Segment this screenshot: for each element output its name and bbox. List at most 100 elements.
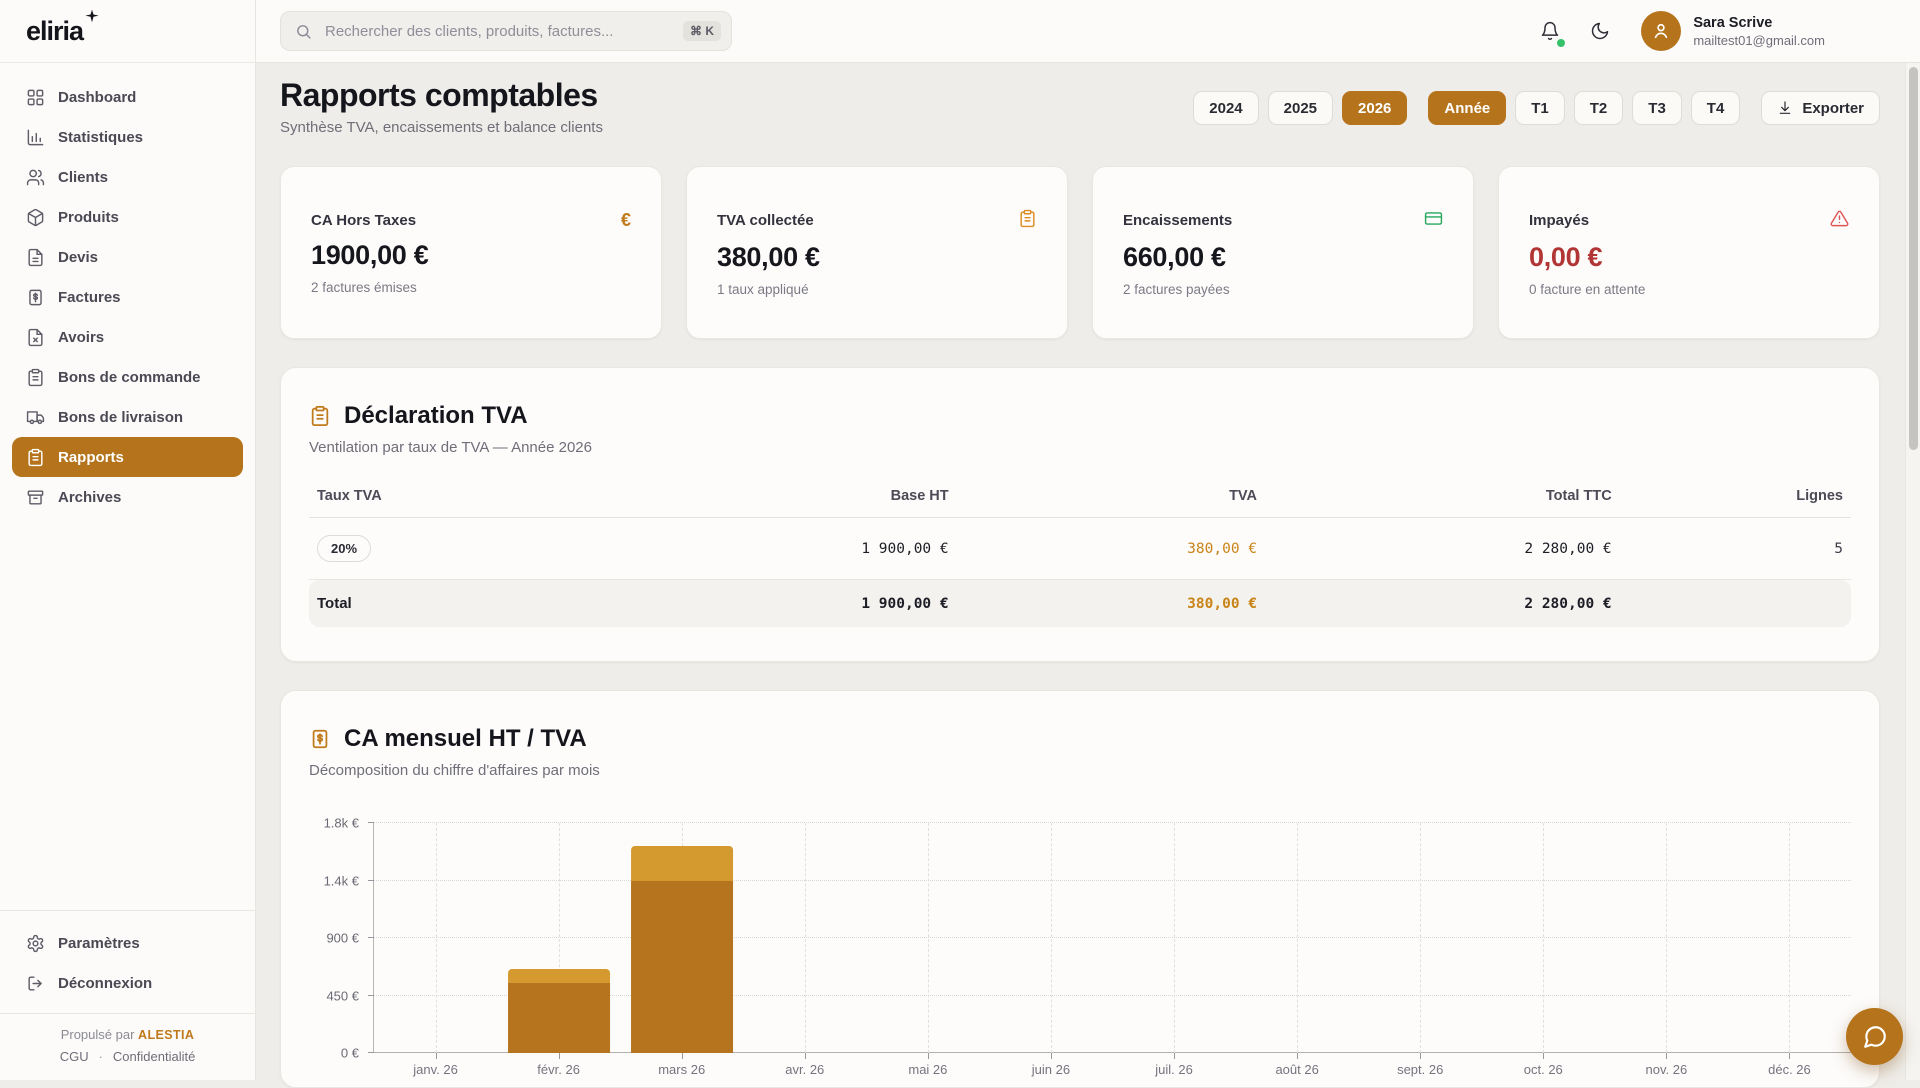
sidebar-item-label: Bons de commande bbox=[58, 369, 201, 386]
footer-link-separator: · bbox=[99, 1049, 103, 1064]
y-axis-tick bbox=[368, 880, 374, 881]
user-menu[interactable]: Sara Scrive mailtest01@gmail.com bbox=[1641, 11, 1825, 51]
search-shortcut-badge: ⌘ K bbox=[683, 21, 721, 41]
x-axis-tick bbox=[436, 1053, 437, 1059]
scrollbar-thumb[interactable] bbox=[1909, 67, 1918, 450]
alert-triangle-icon bbox=[1830, 209, 1849, 228]
chart-panel-title: CA mensuel HT / TVA bbox=[344, 725, 587, 753]
chart-plot: janv. 26févr. 26mars 26avr. 26mai 26juin… bbox=[373, 823, 1851, 1053]
y-axis-tick-label: 1.8k € bbox=[324, 816, 359, 831]
logo-text: eliria bbox=[26, 16, 83, 47]
x-axis-tick bbox=[1297, 1053, 1298, 1059]
period-t4-button[interactable]: T4 bbox=[1691, 91, 1741, 125]
period-annee-button[interactable]: Année bbox=[1428, 91, 1506, 125]
kpi-subtitle: 1 taux appliqué bbox=[717, 282, 1037, 297]
receipt-euro-icon bbox=[309, 728, 331, 750]
avatar bbox=[1641, 11, 1681, 51]
vertical-gridline bbox=[1666, 823, 1667, 1053]
tva-rate-badge: 20% bbox=[317, 535, 371, 562]
logout-icon bbox=[26, 974, 45, 993]
sidebar-item-bons-de-livraison[interactable]: Bons de livraison bbox=[12, 397, 243, 437]
y-axis-tick bbox=[368, 937, 374, 938]
total-ttc-cell: 2 280,00 € bbox=[1265, 580, 1620, 628]
powered-by-brand: ALESTIA bbox=[138, 1028, 194, 1042]
vertical-gridline bbox=[436, 823, 437, 1053]
kpi-card-impayes: Impayés0,00 €0 facture en attente bbox=[1498, 166, 1880, 339]
total-label-cell: Total bbox=[309, 580, 617, 628]
powered-by-prefix: Propulsé par bbox=[61, 1027, 135, 1042]
scrollbar-track[interactable] bbox=[1905, 63, 1920, 1080]
button-label: 2025 bbox=[1284, 100, 1317, 117]
tva-table: Taux TVABase HTTVATotal TTCLignes 20%1 9… bbox=[309, 478, 1851, 627]
chart-y-axis-labels: 0 €450 €900 €1.4k €1.8k € bbox=[309, 823, 373, 1053]
sidebar-item-bons-de-commande[interactable]: Bons de commande bbox=[12, 357, 243, 397]
period-t1-button[interactable]: T1 bbox=[1515, 91, 1565, 125]
x-axis-tick bbox=[1420, 1053, 1421, 1059]
sidebar-item-label: Devis bbox=[58, 249, 98, 266]
x-axis-tick-label: févr. 26 bbox=[537, 1062, 580, 1077]
clipboard-list-icon bbox=[26, 368, 45, 387]
topbar-actions: Sara Scrive mailtest01@gmail.com bbox=[1531, 11, 1825, 51]
chat-bubble-icon bbox=[1862, 1024, 1888, 1050]
sidebar-item-factures[interactable]: Factures bbox=[12, 277, 243, 317]
x-axis-tick-label: janv. 26 bbox=[413, 1062, 458, 1077]
export-button[interactable]: Exporter bbox=[1761, 91, 1880, 125]
download-icon bbox=[1777, 100, 1793, 116]
person-icon bbox=[1651, 21, 1671, 41]
notifications-button[interactable] bbox=[1531, 12, 1569, 50]
vertical-gridline bbox=[1051, 823, 1052, 1053]
kpi-card-encaissements: Encaissements660,00 €2 factures payées bbox=[1092, 166, 1474, 339]
gear-icon bbox=[26, 934, 45, 953]
sidebar-item-statistiques[interactable]: Statistiques bbox=[12, 117, 243, 157]
sidebar-item-devis[interactable]: Devis bbox=[12, 237, 243, 277]
footer-link-confidentialite[interactable]: Confidentialité bbox=[113, 1049, 195, 1064]
year-2026-button[interactable]: 2026 bbox=[1342, 91, 1407, 125]
kpi-label: Impayés bbox=[1529, 212, 1589, 229]
sidebar-item-archives[interactable]: Archives bbox=[12, 477, 243, 517]
period-t2-button[interactable]: T2 bbox=[1574, 91, 1624, 125]
table-total-row: Total1 900,00 €380,00 €2 280,00 € bbox=[309, 580, 1851, 628]
sidebar-item-rapports[interactable]: Rapports bbox=[12, 437, 243, 477]
kpi-cards: CA Hors Taxes €1900,00 € 2 factures émises… bbox=[280, 166, 1880, 339]
y-axis-tick bbox=[368, 822, 374, 823]
search-input[interactable] bbox=[323, 22, 672, 41]
year-2024-button[interactable]: 2024 bbox=[1193, 91, 1258, 125]
column-header-lignes: Lignes bbox=[1620, 478, 1851, 518]
tva-cell: 380,00 € bbox=[957, 518, 1265, 580]
kpi-card-tva-collectee: TVA collectée380,00 €1 taux appliqué bbox=[686, 166, 1068, 339]
bar-fevr-26 bbox=[508, 969, 610, 1053]
tva-declaration-panel: Déclaration TVA Ventilation par taux de … bbox=[280, 367, 1880, 662]
kpi-value: 1900,00 € bbox=[311, 240, 631, 271]
vertical-gridline bbox=[1174, 823, 1175, 1053]
sidebar-item-deconnexion[interactable]: Déconnexion bbox=[12, 963, 243, 1003]
file-x-icon bbox=[26, 328, 45, 347]
total-ttc-cell: 2 280,00 € bbox=[1265, 518, 1620, 580]
x-axis-tick-label: juin 26 bbox=[1032, 1062, 1070, 1077]
receipt-dollar-icon bbox=[26, 288, 45, 307]
bar-segment-tva bbox=[631, 846, 733, 881]
global-search: ⌘ K bbox=[280, 11, 732, 51]
euro-icon: € bbox=[621, 210, 631, 230]
sidebar-item-clients[interactable]: Clients bbox=[12, 157, 243, 197]
chat-fab-button[interactable] bbox=[1846, 1008, 1903, 1065]
sidebar-item-label: Dashboard bbox=[58, 89, 136, 106]
sidebar-item-dashboard[interactable]: Dashboard bbox=[12, 77, 243, 117]
page-title: Rapports comptables bbox=[280, 77, 603, 113]
table-header-row: Taux TVABase HTTVATotal TTCLignes bbox=[309, 478, 1851, 518]
x-axis-tick-label: août 26 bbox=[1275, 1062, 1318, 1077]
button-label: T2 bbox=[1590, 100, 1608, 117]
sidebar-bottom-nav: ParamètresDéconnexion bbox=[0, 910, 255, 1013]
dark-mode-toggle[interactable] bbox=[1581, 12, 1619, 50]
kpi-label: Encaissements bbox=[1123, 212, 1232, 229]
x-axis-tick bbox=[682, 1053, 683, 1059]
y-axis-tick-label: 450 € bbox=[326, 988, 359, 1003]
sidebar-item-parametres[interactable]: Paramètres bbox=[12, 923, 243, 963]
period-t3-button[interactable]: T3 bbox=[1632, 91, 1682, 125]
kpi-subtitle: 2 factures émises bbox=[311, 280, 631, 295]
x-axis-tick bbox=[1543, 1053, 1544, 1059]
kpi-label: CA Hors Taxes bbox=[311, 212, 416, 229]
year-2025-button[interactable]: 2025 bbox=[1268, 91, 1333, 125]
sidebar-item-produits[interactable]: Produits bbox=[12, 197, 243, 237]
sidebar-item-avoirs[interactable]: Avoirs bbox=[12, 317, 243, 357]
footer-link-cgu[interactable]: CGU bbox=[60, 1049, 89, 1064]
